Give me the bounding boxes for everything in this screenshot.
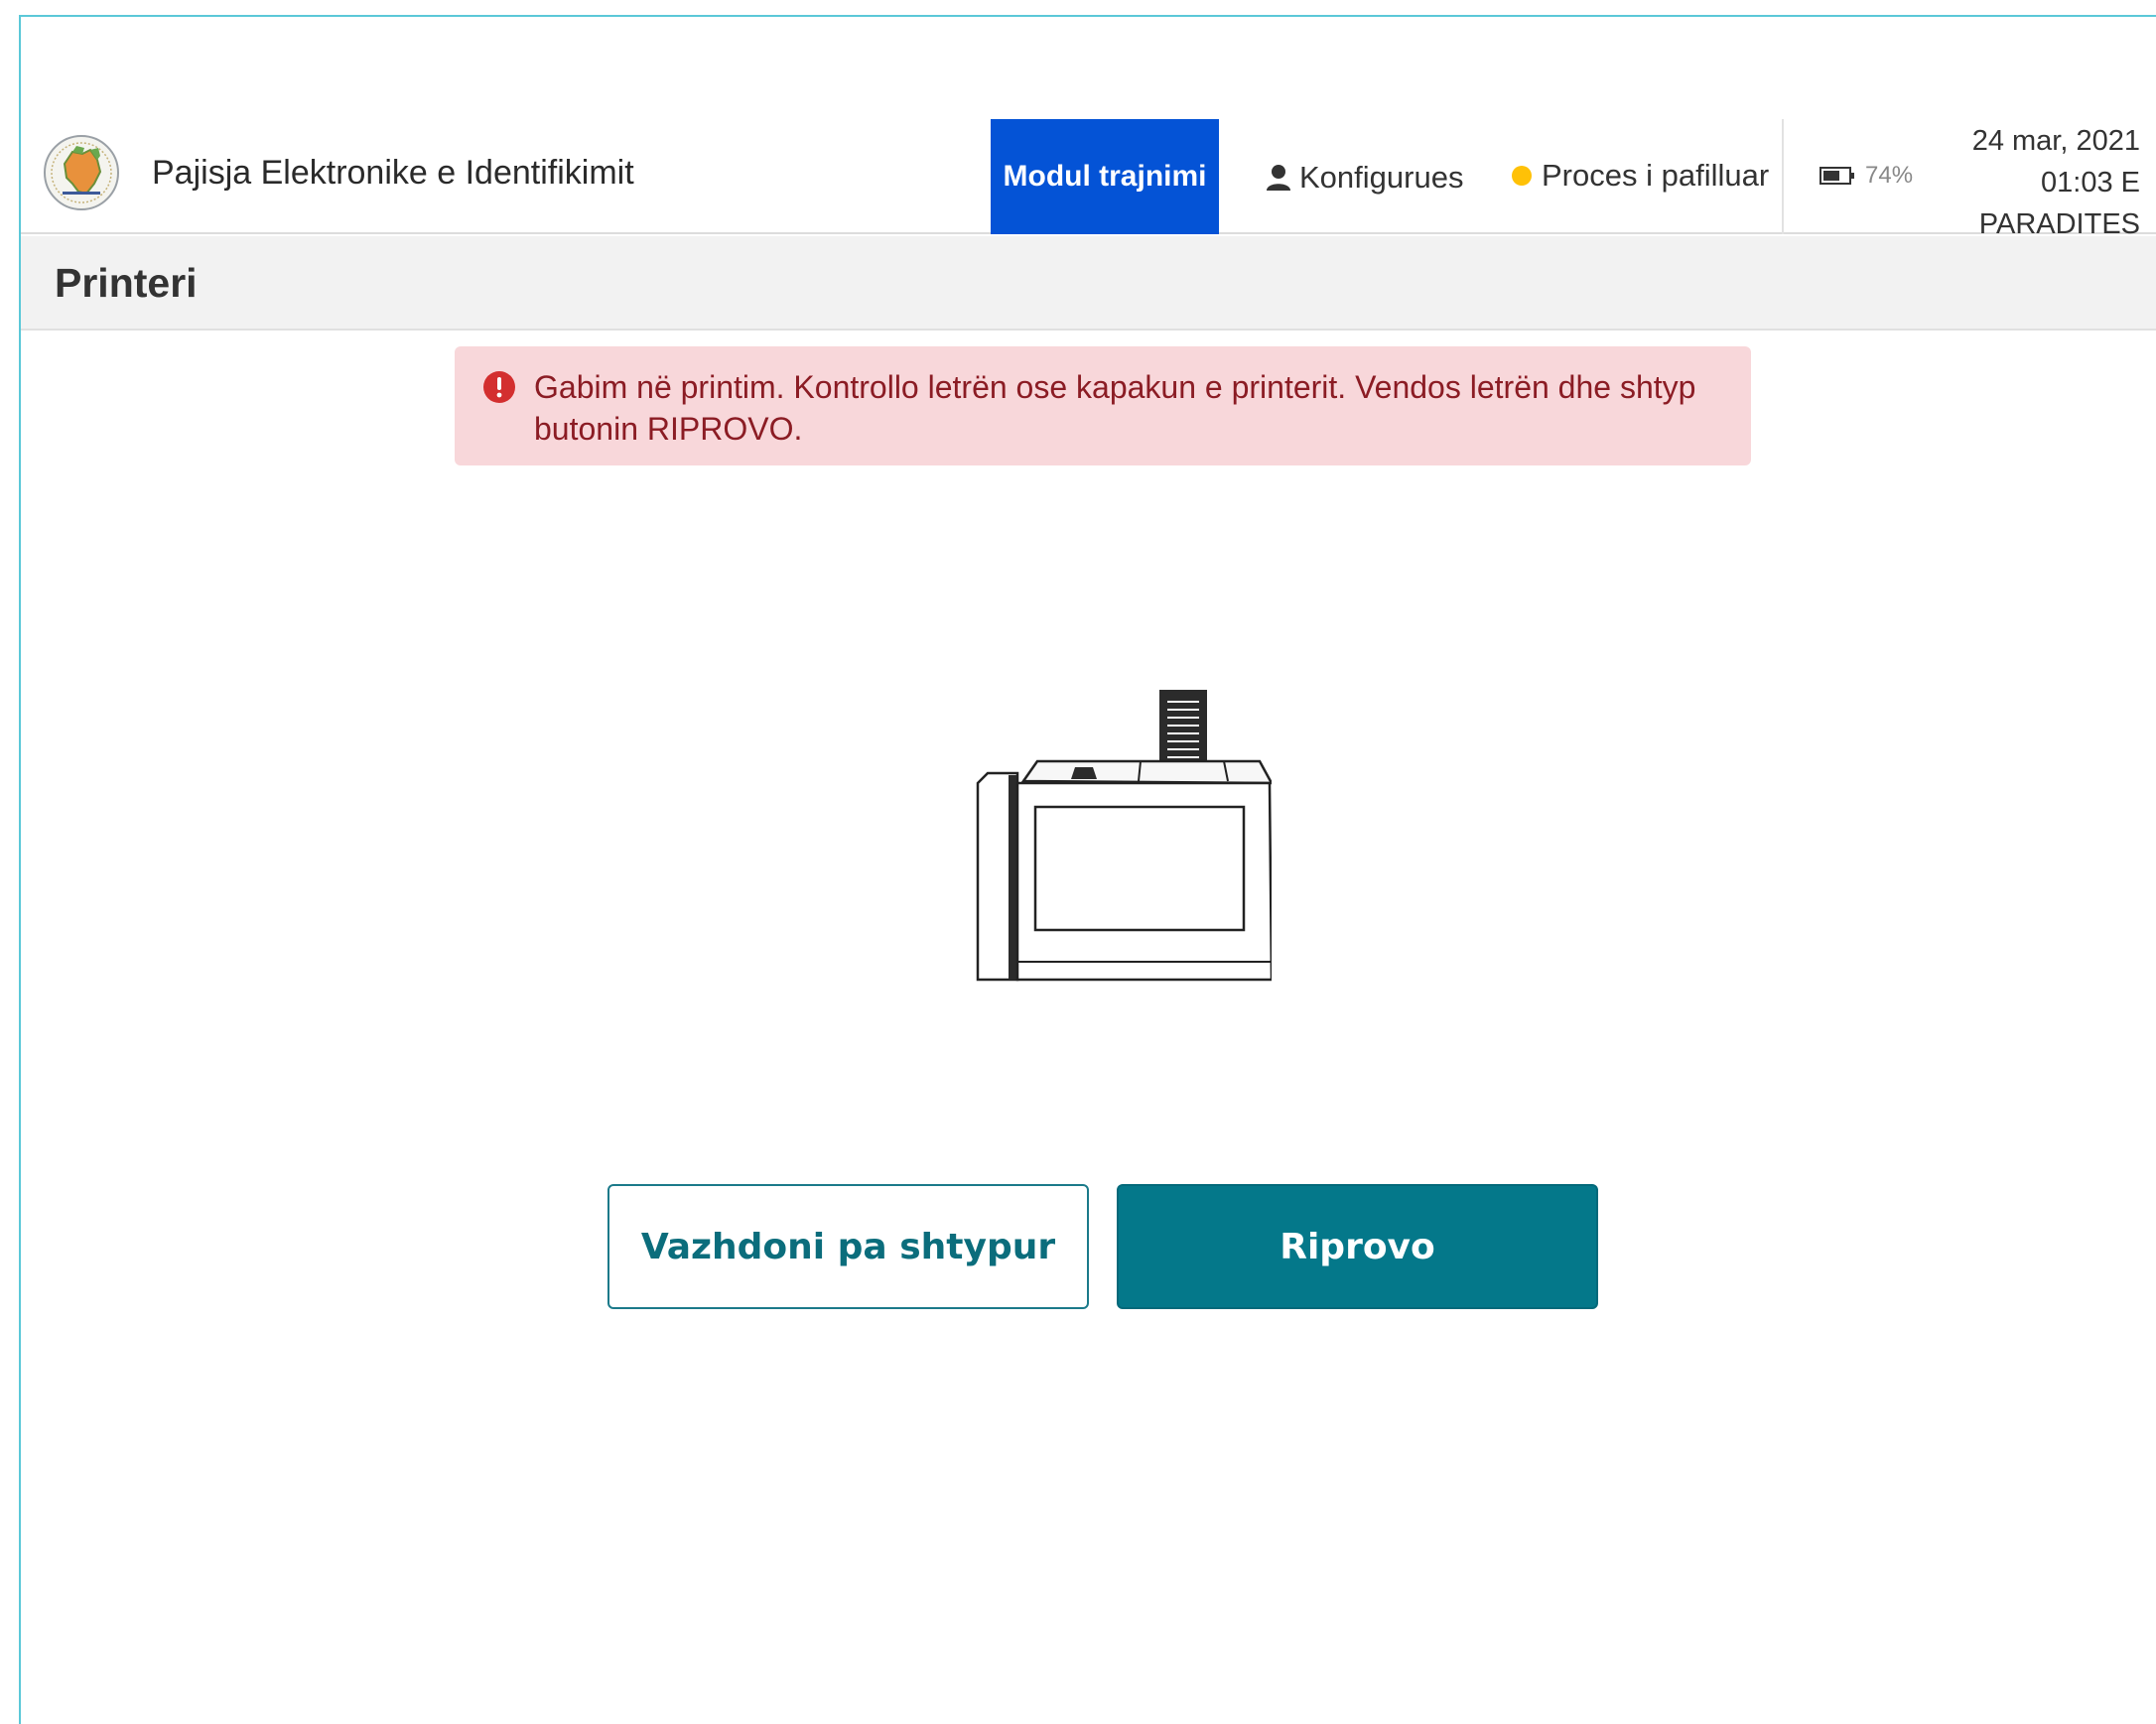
battery-indicator: 74% [1819,162,1913,190]
continue-without-print-button[interactable]: Vazhdoni pa shtypur [607,1184,1089,1309]
app-frame: Pajisja Elektronike e Identifikimit Modu… [19,15,2156,1724]
error-alert: Gabim në printim. Kontrollo letrën ose k… [455,346,1751,465]
error-icon [483,371,515,403]
user-role[interactable]: Konfigurues [1266,160,1463,196]
user-role-label: Konfigurues [1299,160,1464,195]
page-header: Printeri [21,236,2156,331]
battery-level: 74% [1865,162,1914,189]
emblem-logo [44,135,119,210]
date-label: 24 mar, 2021 [1971,125,2140,157]
status-dot-icon [1512,166,1532,186]
error-message: Gabim në printim. Kontrollo letrën ose k… [534,369,1696,447]
top-header: Pajisja Elektronike e Identifikimit Modu… [21,104,2156,240]
page-title: Printeri [55,260,198,306]
header-divider [1782,119,1784,234]
retry-button[interactable]: Riprovo [1117,1184,1598,1309]
time-label: 01:03 E [2041,167,2140,199]
process-status-label: Proces i pafilluar [1542,158,1770,193]
app-title: Pajisja Elektronike e Identifikimit [152,154,634,192]
training-mode-tab[interactable]: Modul trajnimi [991,119,1219,234]
date-time: 24 mar, 2021 01:03 E PARADITES [1922,120,2140,245]
battery-icon [1819,167,1854,185]
process-status: Proces i pafilluar [1512,158,1769,194]
user-icon [1267,165,1290,191]
printer-device-icon [976,690,1272,982]
